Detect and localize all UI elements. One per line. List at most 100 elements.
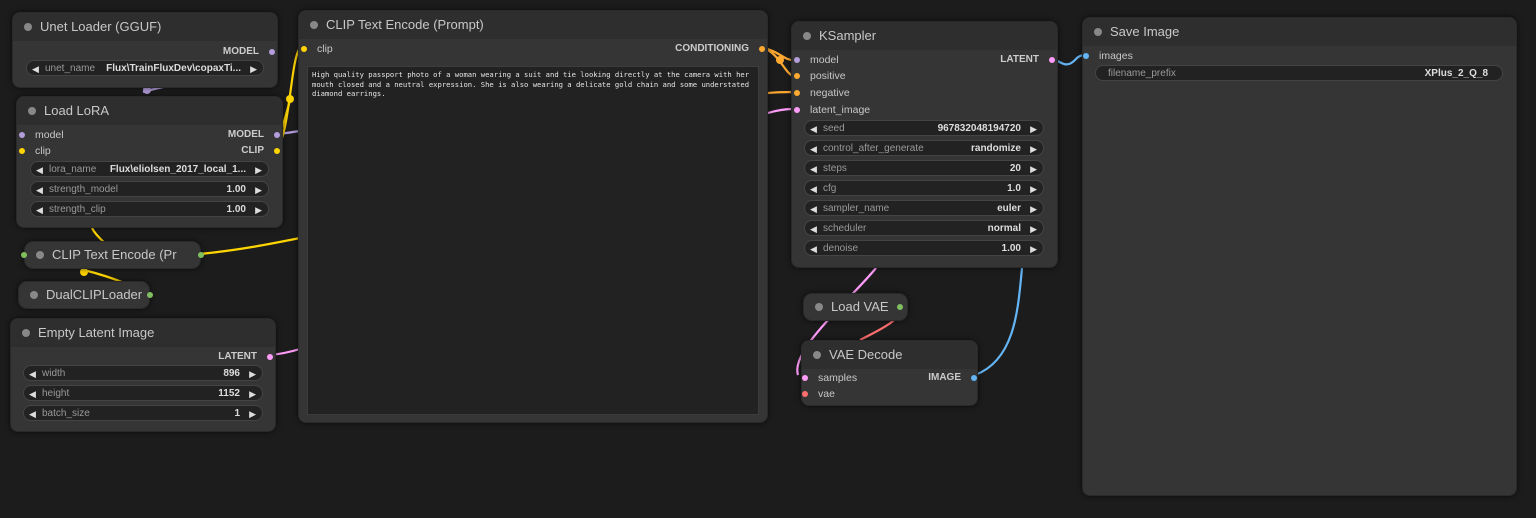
clip-text-encode-collapsed-title[interactable]: CLIP Text Encode (Pr bbox=[25, 242, 200, 268]
dual-clip-loader-title[interactable]: DualCLIPLoader bbox=[19, 282, 149, 308]
clip-output-pin[interactable] bbox=[274, 148, 280, 154]
increment-arrow-icon[interactable]: ▶ bbox=[255, 162, 262, 178]
decrement-arrow-icon[interactable]: ◀ bbox=[810, 221, 817, 237]
save-image-title[interactable]: Save Image bbox=[1083, 18, 1516, 46]
conditioning-output[interactable]: CONDITIONING bbox=[675, 43, 765, 54]
clip-output[interactable]: CLIP bbox=[241, 145, 280, 156]
decrement-arrow-icon[interactable]: ◀ bbox=[810, 241, 817, 257]
images-input-pin[interactable] bbox=[1083, 53, 1089, 59]
model-output[interactable]: MODEL bbox=[223, 46, 275, 57]
image-output[interactable]: IMAGE bbox=[928, 372, 977, 383]
increment-arrow-icon[interactable]: ▶ bbox=[249, 386, 256, 402]
increment-arrow-icon[interactable]: ▶ bbox=[249, 406, 256, 422]
clip-input-pin[interactable] bbox=[301, 46, 307, 52]
scheduler-widget[interactable]: ◀ scheduler normal ▶ bbox=[804, 220, 1044, 236]
dual-clip-loader-node[interactable]: DualCLIPLoader bbox=[18, 281, 153, 309]
model-output[interactable]: MODEL bbox=[228, 129, 280, 140]
load-lora-title[interactable]: Load LoRA bbox=[17, 97, 282, 125]
clip-input[interactable]: clip bbox=[19, 145, 51, 157]
lora-name-widget[interactable]: ◀ lora_name Flux\eliolsen_2017_local_1..… bbox=[30, 161, 269, 177]
increment-arrow-icon[interactable]: ▶ bbox=[255, 202, 262, 218]
increment-arrow-icon[interactable]: ▶ bbox=[255, 182, 262, 198]
empty-latent-image-node[interactable]: Empty Latent Image LATENT ◀ width 896 ▶ … bbox=[10, 318, 276, 432]
latent-output-pin[interactable] bbox=[1049, 57, 1055, 63]
load-vae-node[interactable]: Load VAE bbox=[803, 293, 908, 321]
dual-clip-output-pin[interactable] bbox=[147, 292, 153, 298]
conditioning-output-pin[interactable] bbox=[759, 46, 765, 52]
cfg-widget[interactable]: ◀ cfg 1.0 ▶ bbox=[804, 180, 1044, 196]
increment-arrow-icon[interactable]: ▶ bbox=[1030, 181, 1037, 197]
decrement-arrow-icon[interactable]: ◀ bbox=[36, 182, 43, 198]
images-input[interactable]: images bbox=[1083, 50, 1133, 62]
ksampler-title[interactable]: KSampler bbox=[792, 22, 1057, 50]
width-widget[interactable]: ◀ width 896 ▶ bbox=[23, 365, 263, 381]
clip-input-pin[interactable] bbox=[19, 148, 25, 154]
decrement-arrow-icon[interactable]: ◀ bbox=[810, 181, 817, 197]
model-output-pin[interactable] bbox=[274, 132, 280, 138]
load-lora-node[interactable]: Load LoRA model clip MODEL CLIP ◀ lora_n… bbox=[16, 96, 283, 228]
latent-output-pin[interactable] bbox=[267, 354, 273, 360]
batch-size-widget[interactable]: ◀ batch_size 1 ▶ bbox=[23, 405, 263, 421]
decrement-arrow-icon[interactable]: ◀ bbox=[29, 406, 36, 422]
strength-clip-widget[interactable]: ◀ strength_clip 1.00 ▶ bbox=[30, 201, 269, 217]
vae-output-pin[interactable] bbox=[897, 304, 903, 310]
increment-arrow-icon[interactable]: ▶ bbox=[1030, 201, 1037, 217]
filename-prefix-widget[interactable]: filename_prefix XPlus_2_Q_8 bbox=[1095, 65, 1503, 81]
model-input[interactable]: model bbox=[794, 54, 839, 66]
decrement-arrow-icon[interactable]: ◀ bbox=[810, 201, 817, 217]
increment-arrow-icon[interactable]: ▶ bbox=[249, 366, 256, 382]
denoise-widget[interactable]: ◀ denoise 1.00 ▶ bbox=[804, 240, 1044, 256]
samples-input[interactable]: samples bbox=[802, 372, 857, 384]
decrement-arrow-icon[interactable]: ◀ bbox=[810, 141, 817, 157]
prompt-textarea[interactable]: High quality passport photo of a woman w… bbox=[307, 66, 759, 415]
decrement-arrow-icon[interactable]: ◀ bbox=[810, 121, 817, 137]
collapsed-output-pin[interactable] bbox=[198, 252, 204, 258]
model-input-pin[interactable] bbox=[19, 132, 25, 138]
unet-name-widget[interactable]: ◀ unet_name Flux\TrainFluxDev\copaxTi...… bbox=[26, 60, 264, 76]
vae-decode-title[interactable]: VAE Decode bbox=[802, 341, 977, 369]
clip-text-encode-collapsed-node[interactable]: CLIP Text Encode (Pr bbox=[21, 241, 204, 269]
increment-arrow-icon[interactable]: ▶ bbox=[1030, 121, 1037, 137]
increment-arrow-icon[interactable]: ▶ bbox=[1030, 241, 1037, 257]
decrement-arrow-icon[interactable]: ◀ bbox=[36, 202, 43, 218]
positive-input[interactable]: positive bbox=[794, 70, 846, 82]
clip-input[interactable]: clip bbox=[301, 43, 333, 55]
latent-output[interactable]: LATENT bbox=[1000, 54, 1055, 65]
increment-arrow-icon[interactable]: ▶ bbox=[1030, 161, 1037, 177]
load-vae-title[interactable]: Load VAE bbox=[804, 294, 907, 320]
sampler-name-widget[interactable]: ◀ sampler_name euler ▶ bbox=[804, 200, 1044, 216]
vae-input[interactable]: vae bbox=[802, 388, 835, 400]
collapsed-input-pin[interactable] bbox=[21, 252, 27, 258]
save-image-node[interactable]: Save Image images filename_prefix XPlus_… bbox=[1082, 17, 1517, 496]
negative-input[interactable]: negative bbox=[794, 87, 850, 99]
control-after-generate-widget[interactable]: ◀ control_after_generate randomize ▶ bbox=[804, 140, 1044, 156]
unet-loader-title[interactable]: Unet Loader (GGUF) bbox=[13, 13, 277, 41]
decrement-arrow-icon[interactable]: ◀ bbox=[810, 161, 817, 177]
decrement-arrow-icon[interactable]: ◀ bbox=[29, 366, 36, 382]
increment-arrow-icon[interactable]: ▶ bbox=[250, 61, 257, 77]
image-output-pin[interactable] bbox=[971, 375, 977, 381]
clip-text-encode-node[interactable]: CLIP Text Encode (Prompt) clip CONDITION… bbox=[298, 10, 768, 423]
unet-loader-node[interactable]: Unet Loader (GGUF) MODEL ◀ unet_name Flu… bbox=[12, 12, 278, 88]
latent-output[interactable]: LATENT bbox=[218, 351, 273, 362]
decrement-arrow-icon[interactable]: ◀ bbox=[36, 162, 43, 178]
empty-latent-image-title[interactable]: Empty Latent Image bbox=[11, 319, 275, 347]
increment-arrow-icon[interactable]: ▶ bbox=[1030, 141, 1037, 157]
negative-input-pin[interactable] bbox=[794, 90, 800, 96]
decrement-arrow-icon[interactable]: ◀ bbox=[29, 386, 36, 402]
model-input-pin[interactable] bbox=[794, 57, 800, 63]
height-widget[interactable]: ◀ height 1152 ▶ bbox=[23, 385, 263, 401]
vae-input-pin[interactable] bbox=[802, 391, 808, 397]
latent-image-input[interactable]: latent_image bbox=[794, 104, 870, 116]
positive-input-pin[interactable] bbox=[794, 73, 800, 79]
decrement-arrow-icon[interactable]: ◀ bbox=[32, 61, 39, 77]
model-output-pin[interactable] bbox=[269, 49, 275, 55]
samples-input-pin[interactable] bbox=[802, 375, 808, 381]
seed-widget[interactable]: ◀ seed 967832048194720 ▶ bbox=[804, 120, 1044, 136]
clip-text-encode-title[interactable]: CLIP Text Encode (Prompt) bbox=[299, 11, 767, 39]
model-input[interactable]: model bbox=[19, 129, 64, 141]
increment-arrow-icon[interactable]: ▶ bbox=[1030, 221, 1037, 237]
steps-widget[interactable]: ◀ steps 20 ▶ bbox=[804, 160, 1044, 176]
vae-decode-node[interactable]: VAE Decode samples vae IMAGE bbox=[801, 340, 978, 406]
latent-image-input-pin[interactable] bbox=[794, 107, 800, 113]
